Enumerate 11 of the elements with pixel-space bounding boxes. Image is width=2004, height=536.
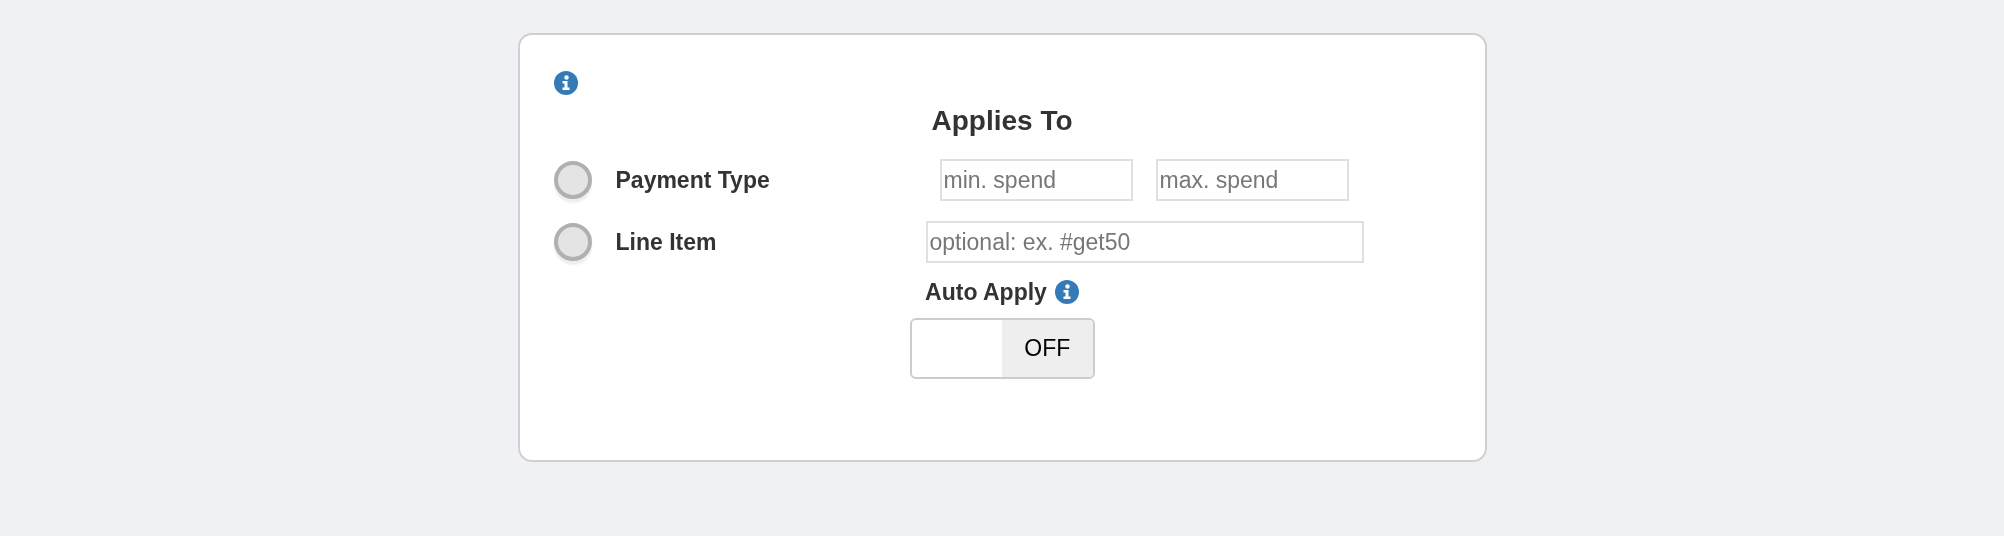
info-icon[interactable] [553,71,578,95]
section-heading: Applies To [930,104,1074,138]
option-label: Payment Type [615,165,771,195]
info-icon[interactable] [1054,280,1079,305]
radio-button[interactable] [553,161,592,199]
auto-apply-label: Auto Apply [925,278,1047,307]
radio-button[interactable] [553,223,592,261]
input-field[interactable]: max. spend [1155,159,1349,201]
input-field[interactable]: min. spend [939,159,1133,201]
toggle-switch[interactable]: OFF [909,317,1095,379]
input-field[interactable]: optional: ex. #get50 [925,221,1364,263]
